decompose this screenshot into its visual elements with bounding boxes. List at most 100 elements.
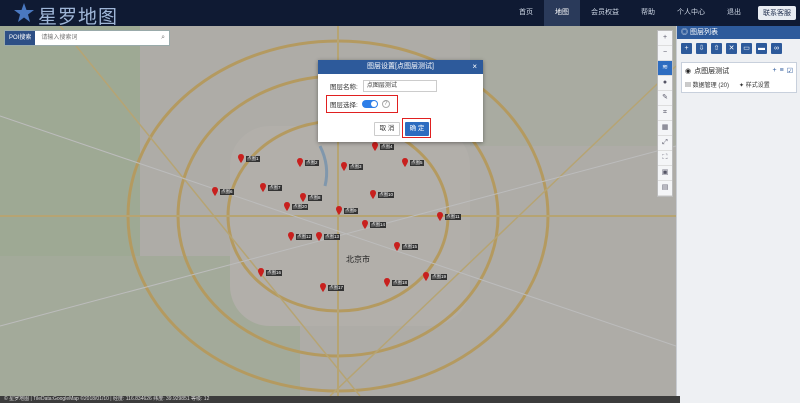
data-management-label: 数据管理 (20) <box>692 83 730 89</box>
pin-label: 点图1 <box>246 156 260 162</box>
layer-panel-title-text: 图层列表 <box>689 29 718 36</box>
layer-name-row: 图层名称: 点图层测试 <box>330 80 437 92</box>
image-icon[interactable]: ▣ <box>658 166 672 181</box>
add-icon[interactable]: + <box>773 67 777 75</box>
search-input[interactable] <box>35 31 154 45</box>
map-pin-icon[interactable] <box>370 190 376 199</box>
toggle-knob <box>370 101 377 107</box>
nav-membership[interactable]: 会员权益 <box>580 0 630 26</box>
layer-settings-dialog: 图层设置[点图层测试] × 图层名称: 点图层测试 图层选择: ? 取 消 确 … <box>318 60 483 142</box>
main-nav: 首页 地图 会员权益 帮助 个人中心 退出 联系客服 <box>508 0 796 26</box>
map-pin-icon[interactable] <box>284 202 290 211</box>
nav-logout[interactable]: 退出 <box>716 0 752 26</box>
import-icon[interactable]: ⇩ <box>696 43 707 54</box>
pin-label: 点图11 <box>445 214 461 220</box>
pin-label: 点图5 <box>410 160 424 166</box>
pin-label: 点图9 <box>344 208 358 214</box>
top-navbar: 星罗地图 首页 地图 会员权益 帮助 个人中心 退出 联系客服 <box>0 0 800 28</box>
layer-select-row: 图层选择: ? <box>330 99 390 109</box>
map-pin-icon[interactable] <box>362 220 368 229</box>
dialog-header: 图层设置[点图层测试] × <box>318 60 483 74</box>
city-label: 北京市 <box>346 255 370 264</box>
pin-label: 点图10 <box>378 192 395 198</box>
data-management-link[interactable]: ▤ 数据管理 (20) <box>685 80 729 89</box>
search-icon[interactable]: ⌕ <box>161 34 165 42</box>
map-toolbar: + − ≋ ● ✎ ⌗ ▦ ⤢ ⛶ ▣ ▤ <box>657 30 673 197</box>
minus-icon[interactable]: − <box>658 46 672 61</box>
print-icon[interactable]: ▤ <box>658 181 672 196</box>
pin-label: 点图6 <box>220 189 234 195</box>
search-type-select[interactable]: POI搜索 <box>5 31 36 45</box>
map-pin-icon[interactable] <box>402 158 408 167</box>
pin-label: 点图20 <box>292 204 309 210</box>
tile-icon[interactable]: ▬ <box>756 43 767 54</box>
map-pin-icon[interactable] <box>260 183 266 192</box>
share-icon[interactable]: ⤢ <box>658 136 672 151</box>
folder-icon[interactable]: ▭ <box>741 43 752 54</box>
layer-sub-row: ▤ 数据管理 (20) ✦ 样式设置 <box>685 80 793 89</box>
map-pin-icon[interactable] <box>336 206 342 215</box>
layer-name: 点图层测试 <box>694 68 730 75</box>
map-pin-icon[interactable] <box>258 268 264 277</box>
layer-toggle[interactable] <box>361 100 378 108</box>
add-layer-icon[interactable]: + <box>681 43 692 54</box>
help-icon[interactable]: ? <box>381 100 390 108</box>
layer-panel: ◎ 图层列表 + ⇩ ⇧ ✕ ▭ ▬ ∞ ◉ 点图层测试 + ≡ ☑ ▤ 数据管… <box>676 26 800 403</box>
export-icon[interactable]: ⇧ <box>711 43 722 54</box>
cancel-button[interactable]: 取 消 <box>374 122 400 136</box>
map-pin-icon[interactable] <box>288 232 294 241</box>
pin-label: 点图15 <box>402 244 419 250</box>
layer-name-input[interactable]: 点图层测试 <box>362 80 437 92</box>
checkbox-icon[interactable]: ☑ <box>787 67 793 75</box>
nav-home[interactable]: 首页 <box>508 0 544 26</box>
nav-map[interactable]: 地图 <box>544 0 580 26</box>
style-settings-link[interactable]: ✦ 样式设置 <box>739 80 770 89</box>
map-pin-icon[interactable] <box>341 162 347 171</box>
map-pin-icon[interactable] <box>372 142 378 151</box>
contact-service-button[interactable]: 联系客服 <box>758 6 796 20</box>
fullscreen-icon[interactable]: ⛶ <box>658 151 672 166</box>
settings-icon[interactable]: ≡ <box>780 67 784 75</box>
pin-label: 点图12 <box>296 234 313 240</box>
style-settings-label: 样式设置 <box>745 83 770 89</box>
close-icon[interactable]: × <box>472 60 477 74</box>
map-pin-icon[interactable] <box>423 272 429 281</box>
map-pin-icon[interactable] <box>320 283 326 292</box>
delete-icon[interactable]: ✕ <box>726 43 737 54</box>
map-pin-icon[interactable] <box>212 187 218 196</box>
pen-icon[interactable]: ✎ <box>658 91 672 106</box>
eye-icon[interactable]: ◉ <box>685 67 691 75</box>
logo-icon <box>14 3 34 22</box>
pin-label: 点图4 <box>380 144 394 150</box>
measure-icon[interactable]: ⌗ <box>658 106 672 121</box>
layer-item[interactable]: ◉ 点图层测试 + ≡ ☑ ▤ 数据管理 (20) ✦ 样式设置 <box>681 62 797 93</box>
dialog-title: 图层设置[点图层测试] <box>367 63 434 70</box>
layer-panel-title: ◎ 图层列表 <box>677 26 800 39</box>
pin-label: 点图14 <box>370 222 387 228</box>
map-pin-icon[interactable] <box>394 242 400 251</box>
pin-label: 点图2 <box>305 160 319 166</box>
map-pin-icon[interactable] <box>297 158 303 167</box>
map-pin-icon[interactable] <box>384 278 390 287</box>
map-pin-icon[interactable] <box>300 193 306 202</box>
map-pin-icon[interactable] <box>238 154 244 163</box>
layer-panel-toolbar: + ⇩ ⇧ ✕ ▭ ▬ ∞ <box>677 39 800 58</box>
pin-label: 点图19 <box>431 274 448 280</box>
pin-label: 点图8 <box>308 195 322 201</box>
nav-profile[interactable]: 个人中心 <box>666 0 716 26</box>
grid-icon[interactable]: ▦ <box>658 121 672 136</box>
ok-button[interactable]: 确 定 <box>405 122 429 136</box>
app-title: 星罗地图 <box>38 6 119 28</box>
plus-icon[interactable]: + <box>658 31 672 46</box>
pin-tool-icon[interactable]: ● <box>658 76 672 91</box>
map-pin-icon[interactable] <box>316 232 322 241</box>
pin-label: 点图7 <box>268 185 282 191</box>
nav-help[interactable]: 帮助 <box>630 0 666 26</box>
pin-label: 点图13 <box>324 234 341 240</box>
pin-label: 点图17 <box>328 285 345 291</box>
search-bar: POI搜索 ⌕ <box>4 30 170 46</box>
link-icon[interactable]: ∞ <box>771 43 782 54</box>
layers-icon[interactable]: ≋ <box>658 61 672 76</box>
map-pin-icon[interactable] <box>437 212 443 221</box>
contact-label: 联系客服 <box>763 10 791 17</box>
